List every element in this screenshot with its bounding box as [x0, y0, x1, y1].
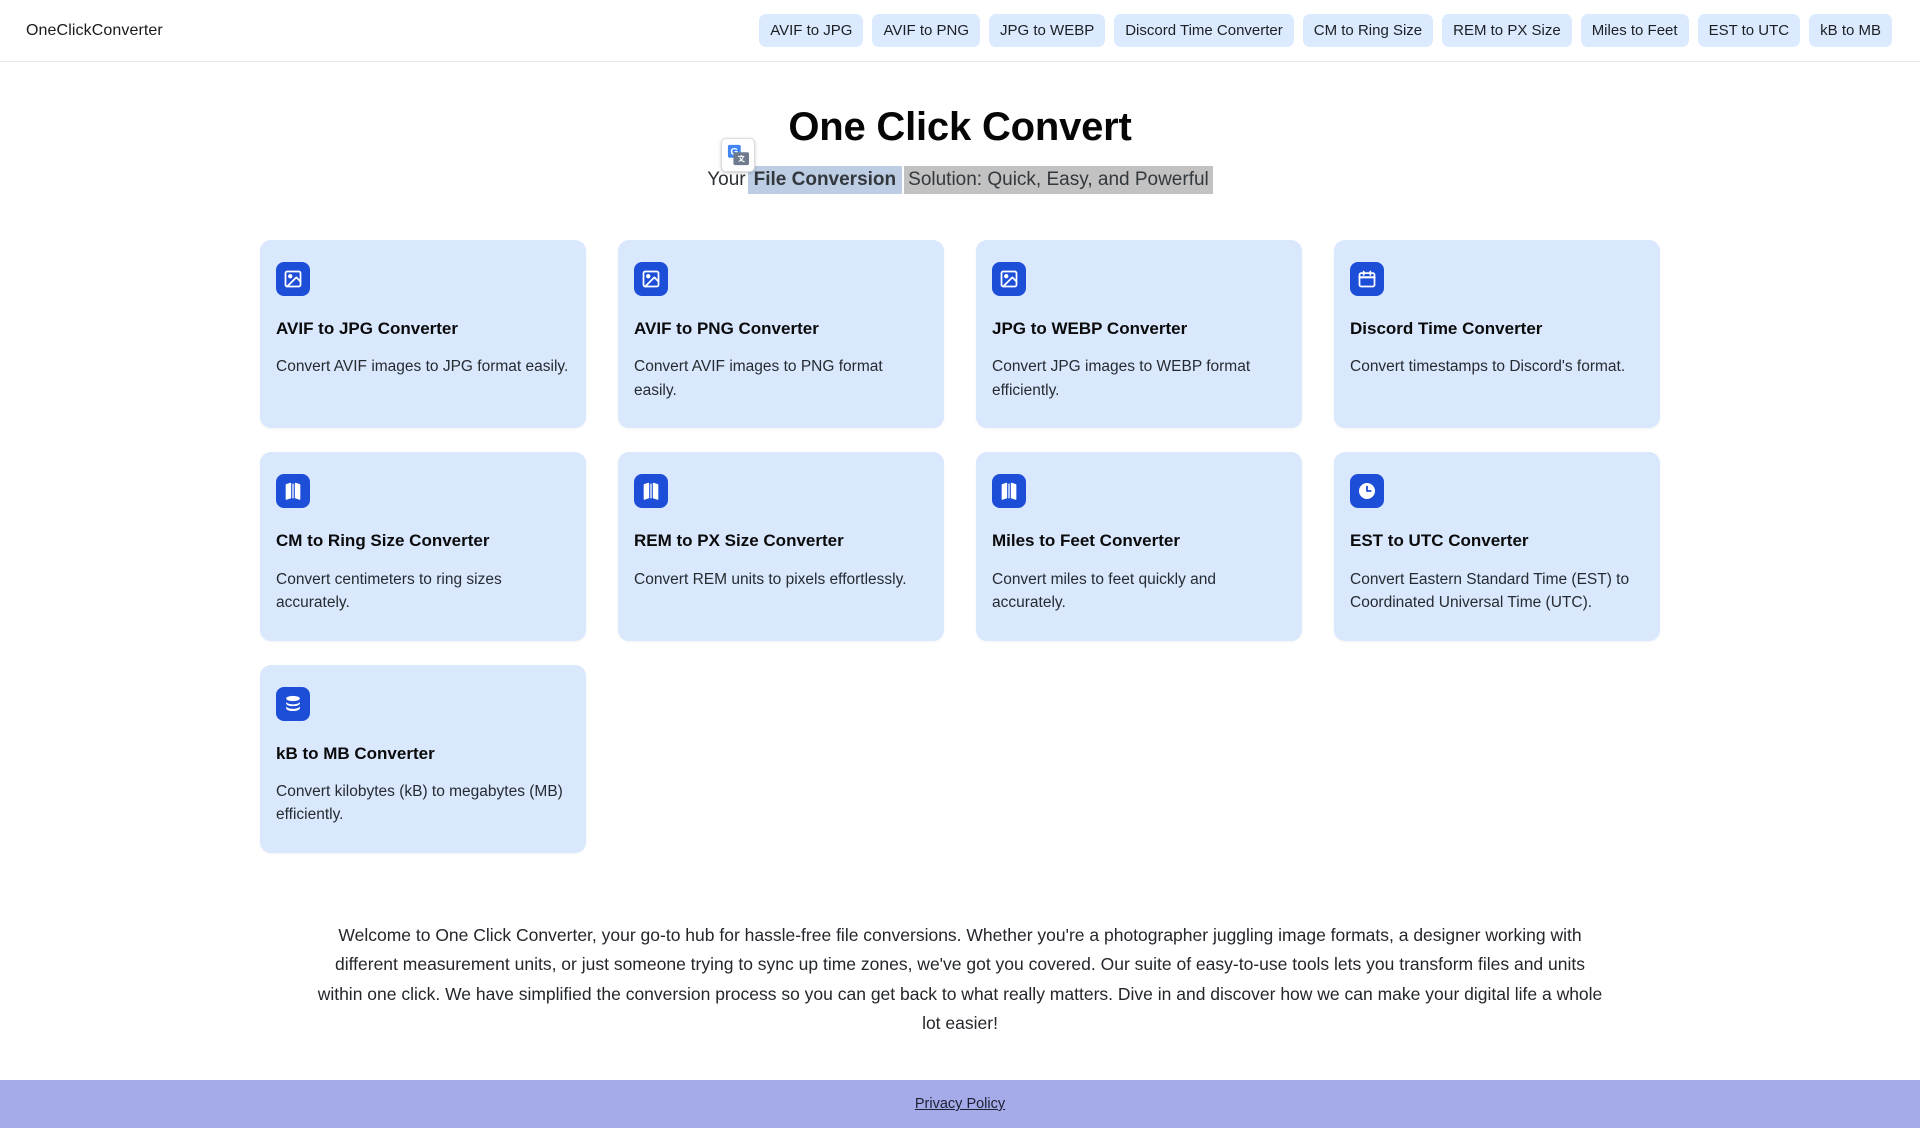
- tool-card-est-to-utc[interactable]: EST to UTC Converter Convert Eastern Sta…: [1334, 452, 1660, 641]
- tool-card-title: Miles to Feet Converter: [992, 531, 1180, 551]
- tool-card-description: Convert AVIF images to PNG format easily…: [634, 358, 883, 399]
- image-icon: [276, 262, 310, 296]
- site-header: OneClickConverter AVIF to JPG AVIF to PN…: [0, 0, 1920, 62]
- nav-item-discord-time-converter[interactable]: Discord Time Converter: [1114, 14, 1294, 47]
- clock-icon: [1350, 474, 1384, 509]
- tool-card-jpg-to-webp[interactable]: JPG to WEBP Converter Convert JPG images…: [976, 240, 1302, 429]
- tool-card-title: REM to PX Size Converter: [634, 531, 844, 551]
- welcome-paragraph: Welcome to One Click Converter, your go-…: [317, 925, 1603, 1034]
- nav-item-miles-to-feet[interactable]: Miles to Feet: [1580, 14, 1689, 47]
- tool-card-avif-to-jpg[interactable]: AVIF to JPG Converter Convert AVIF image…: [260, 240, 586, 429]
- calendar-icon: [1350, 262, 1384, 296]
- page-title: One Click Convert: [788, 105, 1132, 149]
- tools-section: AVIF to JPG Converter Convert AVIF image…: [260, 240, 1660, 854]
- nav-item-kb-to-mb[interactable]: kB to MB: [1809, 14, 1892, 47]
- map-icon: [634, 474, 668, 509]
- nav-item-jpg-to-webp[interactable]: JPG to WEBP: [989, 14, 1106, 47]
- tool-card-title: Discord Time Converter: [1350, 319, 1543, 338]
- map-icon: [276, 474, 310, 509]
- tool-card-description: Convert miles to feet quickly and accura…: [992, 570, 1216, 612]
- tool-card-description: Convert AVIF images to JPG format easily…: [276, 358, 569, 376]
- hero-section: One Click Convert Your File Conversion S…: [0, 62, 1920, 194]
- hero-subtitle-rest: Solution: Quick, Easy, and Powerful: [904, 166, 1213, 194]
- tool-card-rem-to-px-size[interactable]: REM to PX Size Converter Convert REM uni…: [618, 452, 944, 641]
- nav-item-avif-to-jpg[interactable]: AVIF to JPG: [759, 14, 864, 47]
- tool-card-discord-time-converter[interactable]: Discord Time Converter Convert timestamp…: [1334, 240, 1660, 429]
- tool-card-title: kB to MB Converter: [276, 743, 435, 763]
- site-footer: Privacy Policy: [0, 1080, 1920, 1128]
- tool-card-description: Convert Eastern Standard Time (EST) to C…: [1350, 570, 1630, 612]
- tool-card-grid: AVIF to JPG Converter Convert AVIF image…: [260, 240, 1660, 854]
- tool-card-description: Convert kilobytes (kB) to megabytes (MB)…: [276, 782, 563, 824]
- tool-card-description: Convert REM units to pixels effortlessly…: [634, 570, 907, 588]
- tool-card-cm-to-ring-size[interactable]: CM to Ring Size Converter Convert centim…: [260, 452, 586, 641]
- tool-card-kb-to-mb[interactable]: kB to MB Converter Convert kilobytes (kB…: [260, 664, 586, 854]
- tool-card-title: AVIF to PNG Converter: [634, 319, 819, 338]
- map-icon: [992, 474, 1026, 509]
- nav-item-cm-to-ring-size[interactable]: CM to Ring Size: [1302, 14, 1434, 47]
- nav-item-rem-to-px-size[interactable]: REM to PX Size: [1442, 14, 1572, 47]
- google-translate-glyph: G: [727, 144, 749, 166]
- tool-card-description: Convert JPG images to WEBP format effici…: [992, 358, 1251, 399]
- privacy-policy-link[interactable]: Privacy Policy: [915, 1096, 1005, 1112]
- tool-card-avif-to-png[interactable]: AVIF to PNG Converter Convert AVIF image…: [618, 240, 944, 429]
- hero-subtitle-emphasis: File Conversion: [747, 166, 903, 194]
- tool-card-title: EST to UTC Converter: [1350, 531, 1529, 551]
- tool-card-description: Convert centimeters to ring sizes accura…: [276, 570, 502, 612]
- database-icon: [276, 686, 310, 721]
- hero-subtitle-lead: Your: [707, 169, 746, 190]
- tool-card-miles-to-feet[interactable]: Miles to Feet Converter Convert miles to…: [976, 452, 1302, 641]
- nav-item-avif-to-png[interactable]: AVIF to PNG: [872, 14, 981, 47]
- nav-item-est-to-utc[interactable]: EST to UTC: [1697, 14, 1801, 47]
- tool-card-title: AVIF to JPG Converter: [276, 319, 458, 338]
- tool-card-title: CM to Ring Size Converter: [276, 531, 490, 551]
- tool-card-description: Convert timestamps to Discord's format.: [1350, 358, 1626, 376]
- image-icon: [992, 262, 1026, 296]
- google-translate-icon[interactable]: G: [721, 138, 755, 172]
- image-icon: [634, 262, 668, 296]
- primary-nav: AVIF to JPG AVIF to PNG JPG to WEBP Disc…: [759, 14, 1894, 47]
- hero-subtitle: Your File Conversion Solution: Quick, Ea…: [0, 138, 1920, 194]
- brand-logo[interactable]: OneClickConverter: [26, 22, 163, 40]
- tool-card-title: JPG to WEBP Converter: [992, 319, 1188, 338]
